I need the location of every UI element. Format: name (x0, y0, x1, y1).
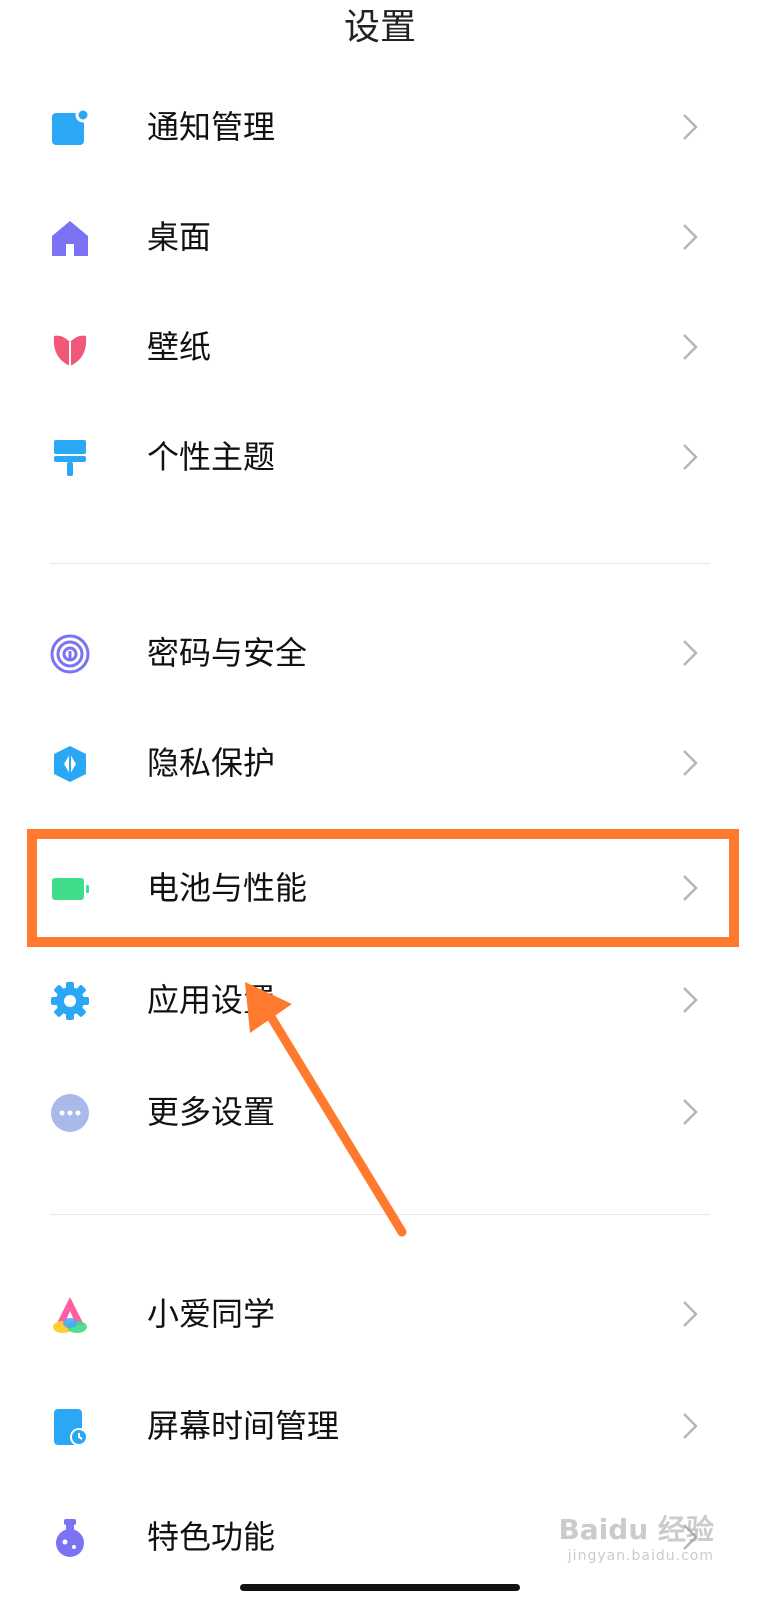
app-settings-gear-icon (51, 982, 89, 1020)
settings-item-themes[interactable]: 个性主题 (0, 402, 760, 512)
battery-icon (52, 878, 89, 900)
settings-item-xiaoai[interactable]: 小爱同学 (0, 1259, 760, 1369)
screen-time-icon (54, 1409, 88, 1446)
settings-item-battery-performance[interactable]: 电池与性能 (0, 833, 760, 943)
settings-item-label: 通知管理 (147, 108, 276, 146)
settings-item-wallpaper[interactable]: 壁纸 (0, 292, 760, 402)
settings-item-more-settings[interactable]: 更多设置 (0, 1057, 760, 1167)
settings-item-app-settings[interactable]: 应用设置 (0, 945, 760, 1055)
settings-item-home-screen[interactable]: 桌面 (0, 182, 760, 292)
section-divider (50, 563, 710, 564)
settings-item-notifications[interactable]: 通知管理 (0, 72, 760, 182)
settings-item-label: 隐私保护 (147, 744, 276, 782)
chevron-right-icon (683, 640, 698, 666)
watermark-sub: jingyan.baidu.com (567, 1548, 714, 1564)
settings-screen: 设置 通知管理 桌面 壁纸 个性主题 密码与安全 隐私保护 电池与性能 应用设置… (0, 0, 760, 1600)
settings-item-label: 屏幕时间管理 (147, 1407, 340, 1445)
chevron-right-icon (683, 444, 698, 470)
settings-item-label: 特色功能 (147, 1518, 276, 1556)
home-indicator-bar[interactable] (240, 1584, 520, 1591)
chevron-right-icon (683, 750, 698, 776)
settings-item-label: 桌面 (147, 218, 212, 256)
chevron-right-icon (683, 114, 698, 140)
settings-item-password-security[interactable]: 密码与安全 (0, 598, 760, 708)
settings-item-screen-time[interactable]: 屏幕时间管理 (0, 1371, 760, 1481)
settings-item-label: 更多设置 (147, 1093, 276, 1131)
watermark: Baidu 经验 jingyan.baidu.com (558, 1508, 714, 1564)
chevron-right-icon (683, 1301, 698, 1327)
chevron-right-icon (683, 1413, 698, 1439)
xiaoai-assistant-icon (53, 1297, 87, 1333)
settings-item-label: 壁纸 (147, 328, 212, 366)
privacy-shield-icon (54, 746, 86, 782)
notification-icon (52, 108, 90, 145)
settings-item-label: 小爱同学 (147, 1295, 276, 1333)
settings-item-label: 应用设置 (147, 981, 276, 1019)
chevron-right-icon (683, 987, 698, 1013)
home-icon (52, 221, 88, 256)
watermark-main: Baidu 经验 (558, 1513, 714, 1546)
page-title: 设置 (343, 7, 416, 48)
settings-item-privacy[interactable]: 隐私保护 (0, 708, 760, 818)
settings-item-label: 密码与安全 (147, 634, 308, 672)
settings-item-label: 个性主题 (147, 438, 276, 476)
special-features-flask-icon (56, 1519, 84, 1557)
fingerprint-icon (50, 634, 90, 674)
section-divider (50, 1214, 710, 1215)
chevron-right-icon (683, 224, 698, 250)
settings-item-label: 电池与性能 (147, 869, 308, 907)
chevron-right-icon (683, 875, 698, 901)
chevron-right-icon (683, 334, 698, 360)
more-dots-icon (51, 1094, 89, 1132)
wallpaper-icon (53, 335, 87, 366)
chevron-right-icon (683, 1099, 698, 1125)
theme-brush-icon (54, 440, 86, 476)
